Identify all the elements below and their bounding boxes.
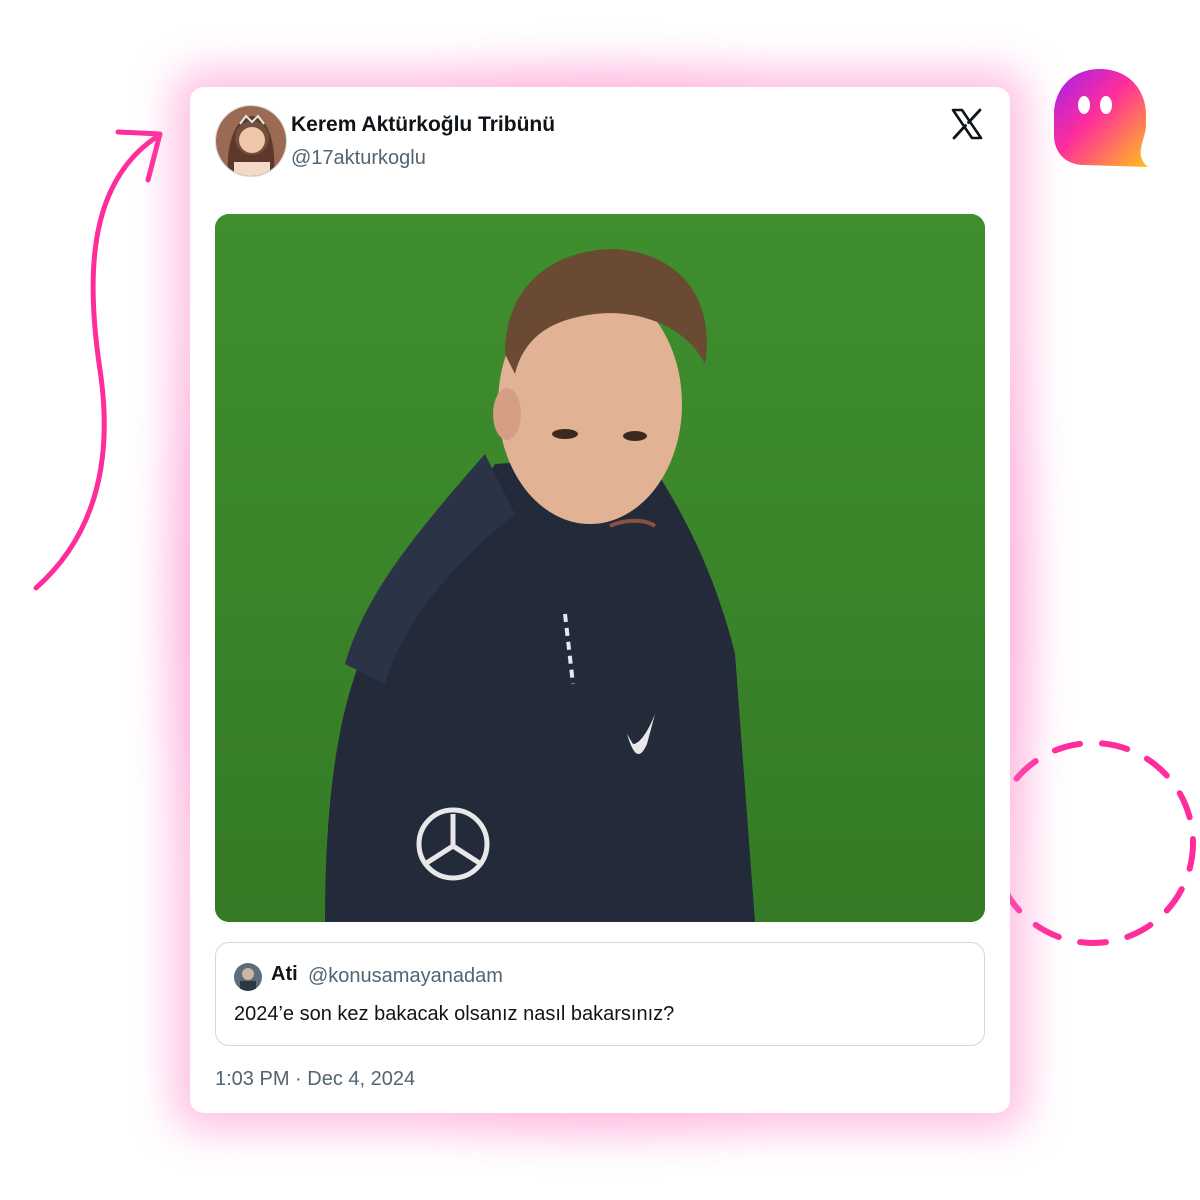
quoted-tweet-text: 2024’e son kez bakacak olsanız nasıl bak… [234, 1003, 675, 1025]
quoted-author-avatar[interactable] [234, 963, 262, 991]
tweet-timestamp[interactable]: 1:03 PM · Dec 4, 2024 [215, 1068, 415, 1091]
quoted-author-name[interactable]: Ati [271, 963, 298, 986]
x-logo-icon[interactable] [950, 107, 984, 141]
decorative-arrow [33, 129, 163, 591]
ghost-logo-icon [1054, 69, 1148, 167]
decorative-dashed-circle [990, 740, 1196, 946]
author-display-name[interactable]: Kerem Aktürkoğlu Tribünü [291, 113, 555, 137]
tweet-media-image[interactable] [215, 214, 985, 922]
author-avatar[interactable] [215, 105, 287, 177]
tweet-card[interactable]: Kerem Aktürkoğlu Tribünü @17akturkoglu A… [190, 87, 1010, 1113]
quoted-author-handle[interactable]: @konusamayanadam [308, 965, 503, 988]
quoted-tweet[interactable]: Ati @konusamayanadam 2024’e son kez baka… [215, 942, 985, 1046]
author-handle[interactable]: @17akturkoglu [291, 147, 426, 170]
